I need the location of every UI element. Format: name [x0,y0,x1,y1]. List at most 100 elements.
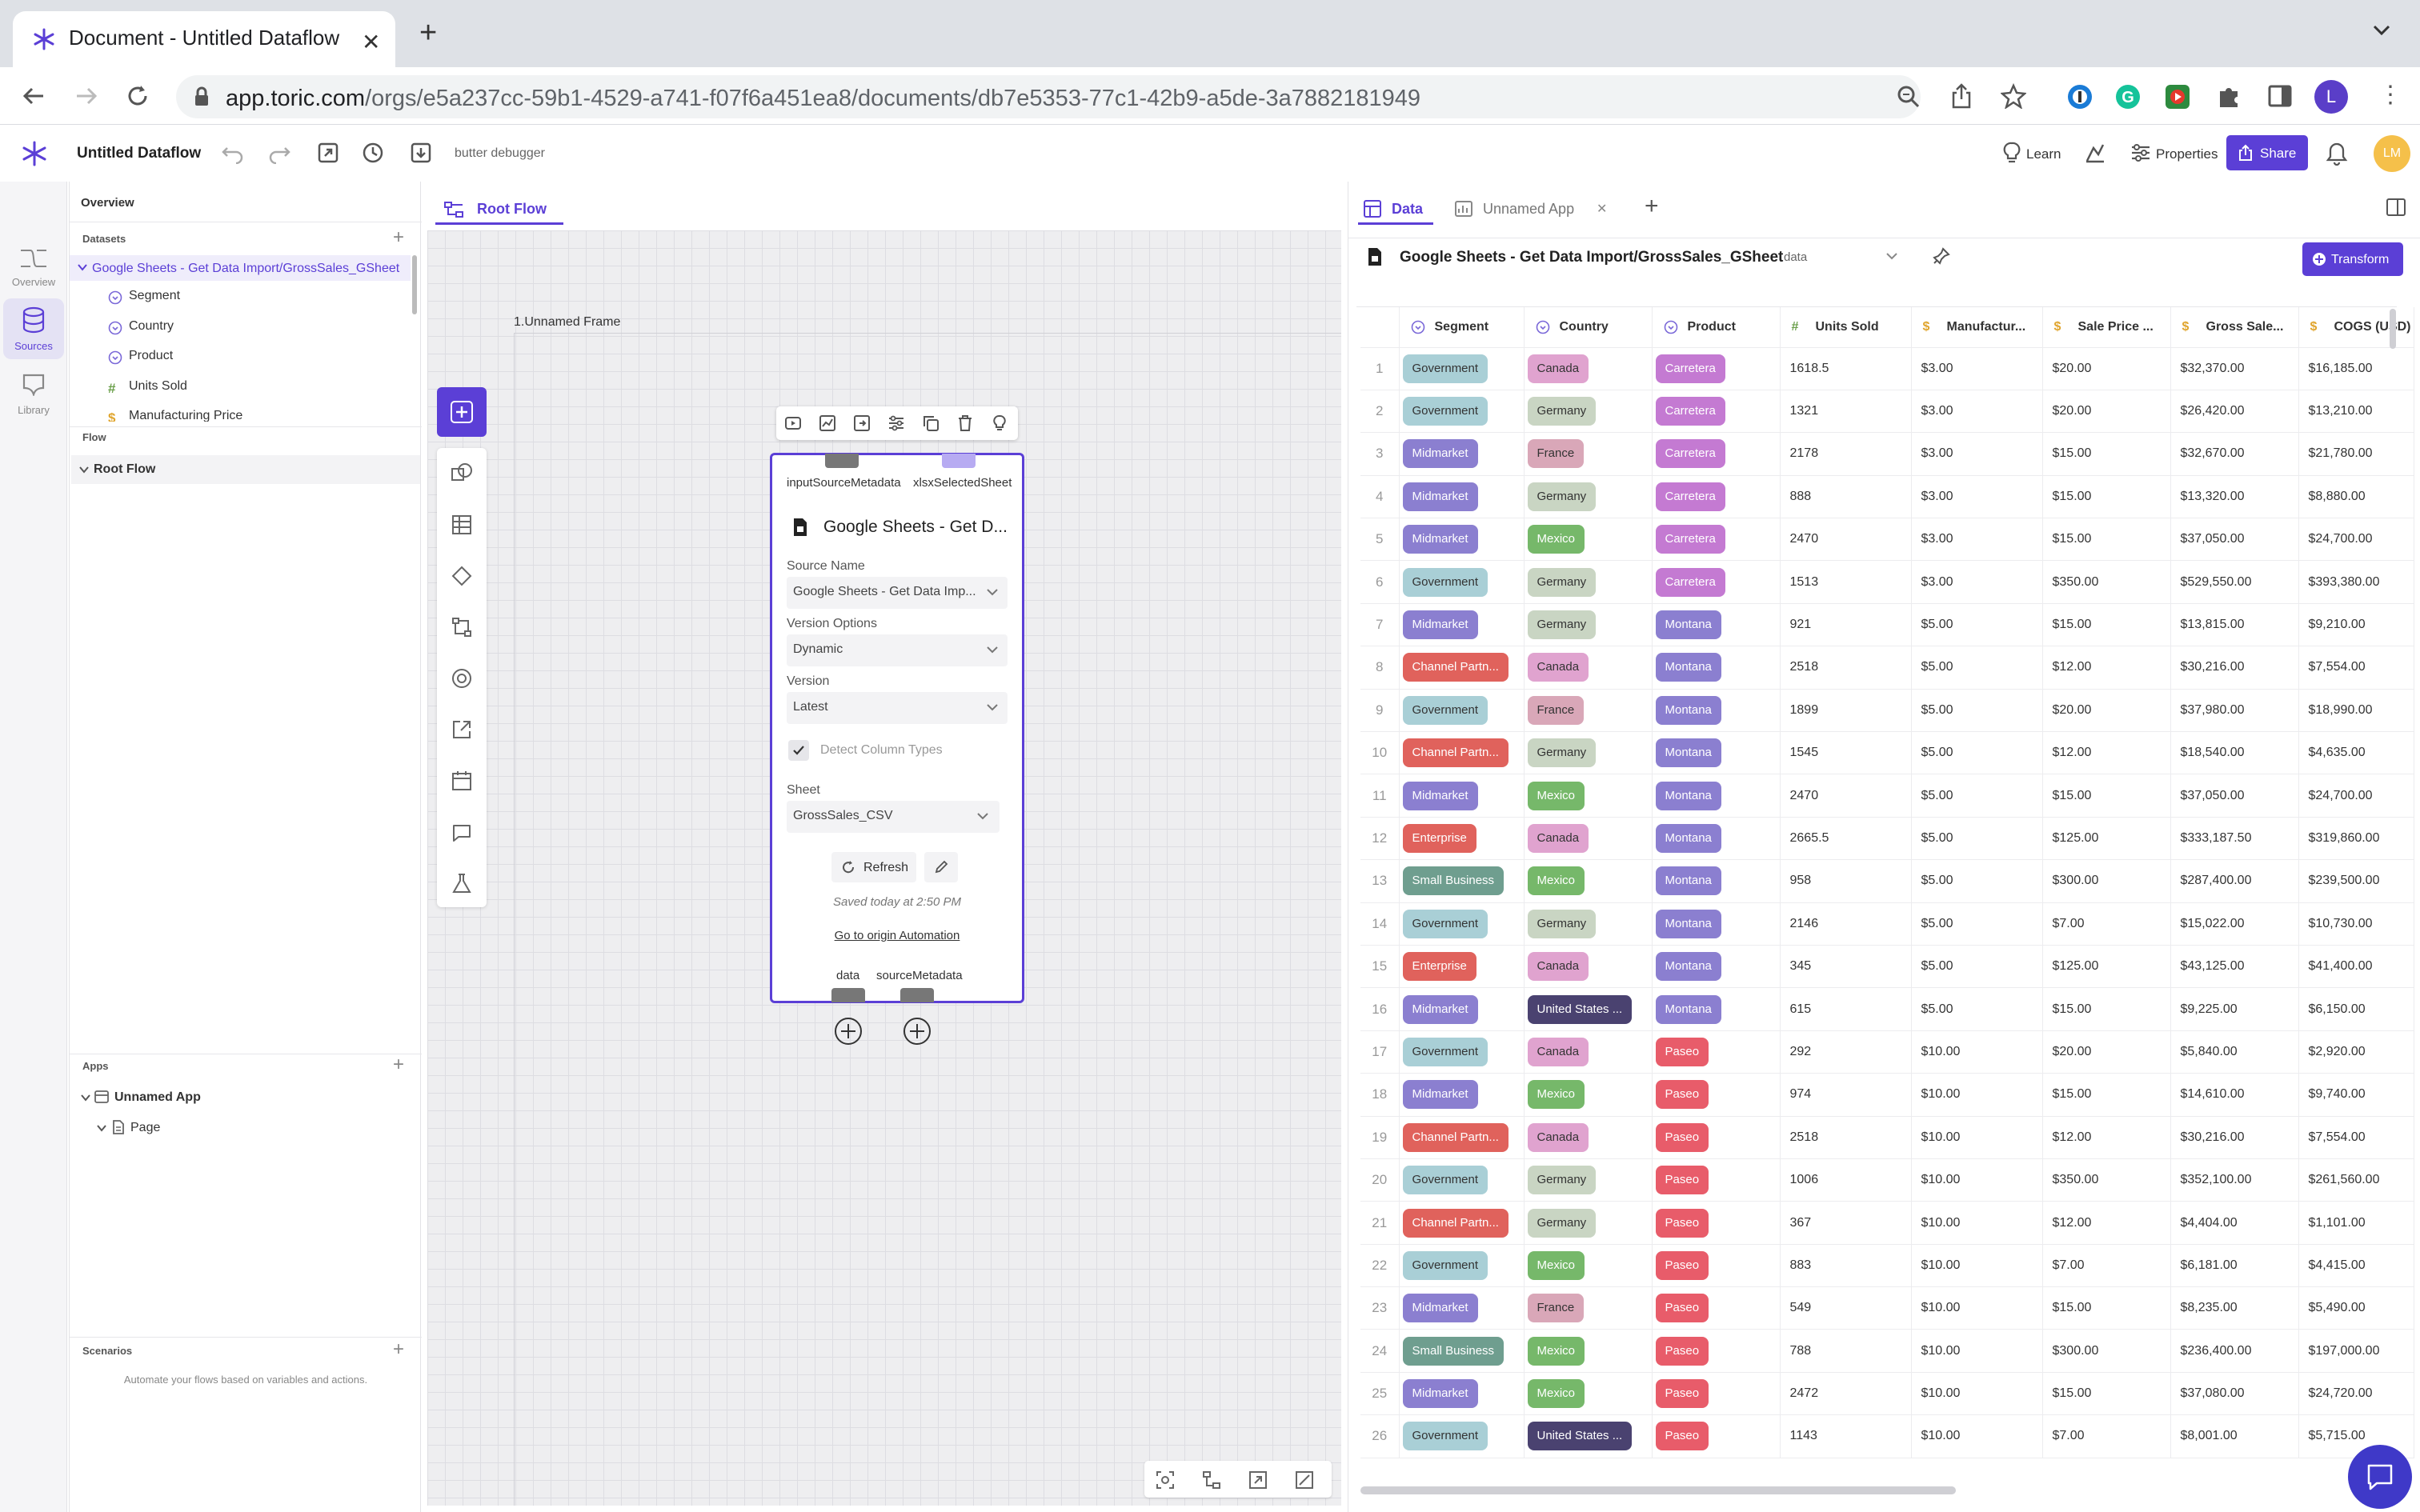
row-number[interactable]: 3 [1360,432,1400,476]
table-row[interactable]: 5 Midmarket Mexico Carretera 2470 $3.00 $15.00… [1360,518,2414,562]
user-avatar[interactable]: LM [2374,135,2410,172]
value-cell[interactable]: $300.00 [2042,859,2171,903]
delete-trash-icon[interactable] [956,414,974,432]
table-row[interactable]: 7 Midmarket Germany Montana 921 $5.00 $15.00 $1… [1360,603,2414,647]
horizontal-scrollbar[interactable] [1360,1486,1956,1494]
run-node-icon[interactable] [784,414,802,432]
category-cell[interactable]: Carretera [1652,560,1781,604]
chart-style-icon[interactable] [2084,142,2106,164]
branch-tool-icon[interactable] [451,616,473,638]
toric-logo-icon[interactable] [21,140,48,167]
category-cell[interactable]: Government [1399,347,1525,390]
value-cell[interactable]: 2518 [1780,646,1912,690]
value-cell[interactable]: $5.00 [1911,859,2043,903]
row-number[interactable]: 21 [1360,1201,1400,1245]
value-cell[interactable]: $9,740.00 [2298,1073,2414,1117]
table-row[interactable]: 6 Government Germany Carretera 1513 $3.00 $350… [1360,560,2414,604]
category-cell[interactable]: Montana [1652,987,1781,1031]
category-cell[interactable]: Canada [1524,1030,1653,1074]
rail-overview[interactable]: Overview [3,234,64,295]
value-cell[interactable]: $8,235.00 [2170,1286,2299,1330]
value-cell[interactable]: $529,550.00 [2170,560,2299,604]
transform-button[interactable]: Transform [2302,242,2403,276]
output-port-select[interactable]: data [1774,242,1907,270]
add-scenario-icon[interactable]: + [393,1340,404,1359]
category-cell[interactable]: Montana [1652,603,1781,647]
table-row[interactable]: 20 Government Germany Paseo 1006 $10.00 $350.0… [1360,1158,2414,1202]
category-cell[interactable]: Paseo [1652,1286,1781,1330]
close-tab-icon[interactable]: ✕ [362,29,380,55]
extension-video-icon[interactable] [2164,83,2191,110]
table-row[interactable]: 4 Midmarket Germany Carretera 888 $3.00 $15.00… [1360,475,2414,519]
category-cell[interactable]: Montana [1652,774,1781,818]
value-cell[interactable]: $15.00 [2042,603,2171,647]
value-cell[interactable]: $10.00 [1911,1329,2043,1373]
reload-icon[interactable] [125,83,150,109]
value-cell[interactable]: $300.00 [2042,1329,2171,1373]
value-cell[interactable]: 2472 [1780,1372,1912,1416]
value-cell[interactable]: $10.00 [1911,1030,2043,1074]
input-port[interactable] [942,454,976,468]
value-cell[interactable]: $125.00 [2042,817,2171,861]
category-cell[interactable]: Channel Partn... [1399,731,1525,775]
node-title[interactable]: Google Sheets - Get D... [823,518,1008,537]
value-cell[interactable]: $352,100.00 [2170,1158,2299,1202]
value-cell[interactable]: 921 [1780,603,1912,647]
category-cell[interactable]: Paseo [1652,1201,1781,1245]
value-cell[interactable]: $5.00 [1911,646,2043,690]
value-cell[interactable]: 883 [1780,1244,1912,1288]
profile-avatar[interactable]: L [2314,80,2348,114]
value-cell[interactable]: $30,216.00 [2170,646,2299,690]
category-cell[interactable]: Government [1399,1414,1525,1458]
minimap-icon[interactable] [1295,1470,1314,1490]
category-cell[interactable]: Mexico [1524,1073,1653,1117]
category-cell[interactable]: Paseo [1652,1116,1781,1159]
category-cell[interactable]: Channel Partn... [1399,1116,1525,1159]
value-cell[interactable]: $12.00 [2042,646,2171,690]
row-number[interactable]: 14 [1360,902,1400,946]
value-cell[interactable]: $287,400.00 [2170,859,2299,903]
category-cell[interactable]: Midmarket [1399,603,1525,647]
value-cell[interactable]: 549 [1780,1286,1912,1330]
value-cell[interactable]: $5.00 [1911,774,2043,818]
table-row[interactable]: 13 Small Business Mexico Montana 958 $5.00 $30… [1360,859,2414,903]
category-cell[interactable]: Paseo [1652,1414,1781,1458]
value-cell[interactable]: $10.00 [1911,1286,2043,1330]
output-port[interactable] [831,988,865,1002]
value-cell[interactable]: $16,185.00 [2298,347,2414,390]
value-cell[interactable]: $20.00 [2042,689,2171,733]
value-cell[interactable]: 1899 [1780,689,1912,733]
table-row[interactable]: 14 Government Germany Montana 2146 $5.00 $7.00… [1360,902,2414,946]
rail-sources[interactable]: Sources [3,298,64,359]
value-cell[interactable]: $15,022.00 [2170,902,2299,946]
value-cell[interactable]: $2,920.00 [2298,1030,2414,1074]
value-cell[interactable]: $37,050.00 [2170,774,2299,818]
row-number[interactable]: 11 [1360,774,1400,818]
value-cell[interactable]: 2178 [1780,432,1912,476]
auto-layout-icon[interactable] [1202,1470,1221,1490]
value-cell[interactable]: $239,500.00 [2298,859,2414,903]
column-header[interactable]: $ Manufactur... [1911,307,2043,348]
category-cell[interactable]: Midmarket [1399,774,1525,818]
value-cell[interactable]: $24,720.00 [2298,1372,2414,1416]
value-cell[interactable]: $10.00 [1911,1372,2043,1416]
category-cell[interactable]: Carretera [1652,518,1781,562]
category-cell[interactable]: Mexico [1524,774,1653,818]
category-cell[interactable]: France [1524,689,1653,733]
column-header[interactable]: $ COGS (USD) [2298,307,2414,348]
value-cell[interactable]: 1006 [1780,1158,1912,1202]
value-cell[interactable]: $10.00 [1911,1116,2043,1159]
value-cell[interactable]: $32,370.00 [2170,347,2299,390]
value-cell[interactable]: $5.00 [1911,689,2043,733]
browser-menu-icon[interactable]: ⋮ [2378,83,2402,107]
table-row[interactable]: 26 Government United States ... Paseo 1143 $1… [1360,1414,2414,1458]
value-cell[interactable]: $24,700.00 [2298,518,2414,562]
chevron-down-icon[interactable] [81,1094,90,1102]
table-row[interactable]: 25 Midmarket Mexico Paseo 2472 $10.00 $15.00 $3… [1360,1372,2414,1416]
value-cell[interactable]: $20.00 [2042,1030,2171,1074]
value-cell[interactable]: $197,000.00 [2298,1329,2414,1373]
add-node-button[interactable] [437,387,487,437]
category-cell[interactable]: Montana [1652,945,1781,989]
row-number[interactable]: 7 [1360,603,1400,647]
add-connection-icon[interactable] [903,1017,932,1046]
